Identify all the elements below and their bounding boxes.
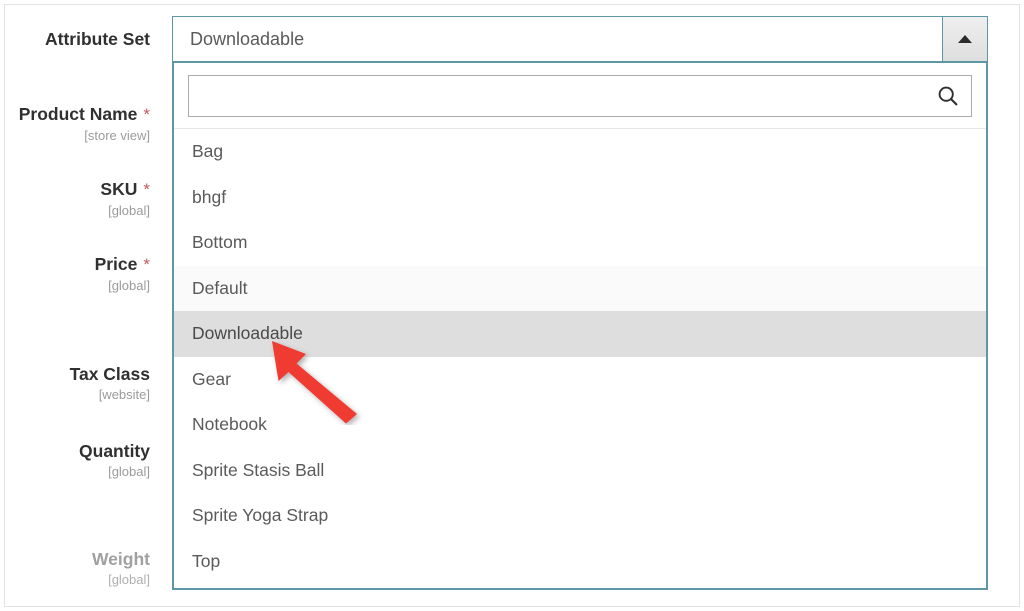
field-label-text: Quantity — [0, 440, 150, 462]
attribute-set-select-control[interactable]: Downloadable — [172, 16, 988, 62]
option-item[interactable]: Sprite Stasis Ball — [174, 448, 986, 494]
screenshot-root: Attribute Set Product Name * [store view]… — [0, 0, 1024, 611]
field-label-weight: Weight [global] — [0, 548, 150, 588]
required-asterisk: * — [143, 180, 150, 199]
search-input[interactable] — [188, 75, 972, 117]
field-label-text: Attribute Set — [0, 28, 150, 50]
field-label-text: Weight — [0, 548, 150, 570]
option-item[interactable]: Gear — [174, 357, 986, 403]
field-label-text: Price * — [0, 253, 150, 276]
option-item[interactable]: bhgf — [174, 175, 986, 221]
attribute-set-toggle-button[interactable] — [942, 16, 988, 62]
option-item[interactable]: Default — [174, 265, 986, 311]
field-label-tax-class: Tax Class [website] — [0, 363, 150, 403]
label-main-text: Weight — [91, 549, 150, 569]
field-label-text: SKU * — [0, 178, 150, 201]
field-label-text: Tax Class — [0, 363, 150, 385]
field-label-text: Product Name * — [0, 103, 150, 126]
option-item[interactable]: Bottom — [174, 220, 986, 266]
label-main-text: SKU — [100, 179, 138, 199]
attribute-set-dropdown-panel: Bag bhgf Bottom Default Downloadable Gea… — [172, 61, 988, 590]
field-label-product-name: Product Name * [store view] — [0, 103, 150, 144]
dropdown-search-row — [188, 75, 972, 117]
option-item[interactable]: Bag — [174, 129, 986, 175]
form-label-column: Attribute Set Product Name * [store view]… — [0, 0, 168, 611]
label-main-text: Tax Class — [69, 364, 150, 384]
label-main-text: Price — [94, 254, 138, 274]
option-item[interactable]: Top — [174, 539, 986, 585]
field-label-attribute-set: Attribute Set — [0, 28, 150, 50]
option-item[interactable]: Sprite Yoga Strap — [174, 493, 986, 539]
caret-up-icon — [958, 35, 972, 43]
field-scope-text: [website] — [98, 387, 150, 402]
label-main-text: Quantity — [79, 441, 150, 461]
label-main-text: Product Name — [18, 104, 138, 124]
field-label-price: Price * [global] — [0, 253, 150, 294]
field-label-quantity: Quantity [global] — [0, 440, 150, 480]
field-scope-text: [global] — [108, 572, 150, 587]
field-label-sku: SKU * [global] — [0, 178, 150, 219]
option-item-highlighted[interactable]: Downloadable — [174, 311, 986, 357]
required-asterisk: * — [143, 255, 150, 274]
attribute-set-option-list: Bag bhgf Bottom Default Downloadable Gea… — [174, 128, 986, 584]
field-scope-text: [global] — [108, 203, 150, 218]
option-item[interactable]: Notebook — [174, 402, 986, 448]
field-scope-text: [global] — [108, 464, 150, 479]
field-scope-text: [store view] — [84, 128, 150, 143]
field-scope-text: [global] — [108, 278, 150, 293]
required-asterisk: * — [143, 105, 150, 124]
label-main-text: Attribute Set — [45, 29, 150, 49]
attribute-set-selected-value: Downloadable — [190, 29, 305, 49]
